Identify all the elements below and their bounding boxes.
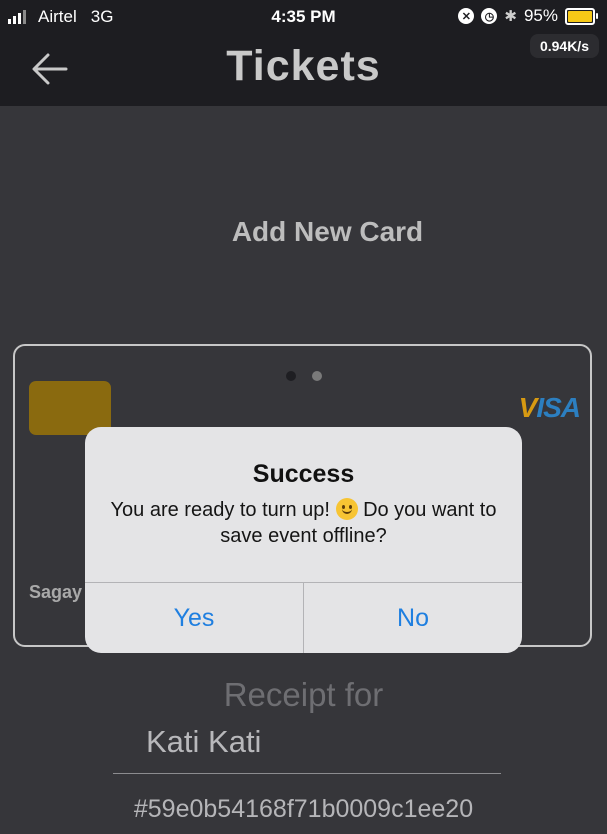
success-alert: Success You are ready to turn up! Do you… [85,427,522,653]
alert-title: Success [252,460,355,488]
yes-button[interactable]: Yes [85,583,303,653]
no-button[interactable]: No [303,583,522,653]
net-speed-badge: 0.94K/s [529,34,599,58]
alert-button-row: Yes No [85,582,522,653]
event-name: Kati Kati [146,724,262,759]
visa-logo-icon: VISA [518,392,581,423]
battery-percent: 95% [523,6,558,25]
card-pager[interactable] [286,371,322,381]
smiling-face-icon [335,498,358,520]
divider [113,773,501,774]
receipt-label: Receipt for [223,676,384,713]
clock-icon: ◷ [481,8,498,24]
bluetooth-icon: ✱ [504,8,517,25]
battery-icon [565,7,598,25]
pager-dot[interactable] [286,371,296,381]
app-header: Tickets 0.94K/s [0,34,607,106]
order-id: #59e0b54168f71b0009c1ee20 [133,795,474,823]
status-bar: Airtel 3G 4:35 PM ✕ ◷ ✱ 95% [0,0,607,34]
add-card-title: Add New Card [231,216,424,247]
close-circle-icon: ✕ [458,8,475,24]
page-title: Tickets [226,42,381,90]
alert-message-part1: You are ready to turn up! [110,499,330,521]
pager-dot-active[interactable] [312,371,322,381]
alert-message: You are ready to turn up! Do you want to… [109,497,498,549]
status-right: ✕ ◷ ✱ 95% [458,6,598,26]
cardholder-name: Sagay [29,582,83,602]
